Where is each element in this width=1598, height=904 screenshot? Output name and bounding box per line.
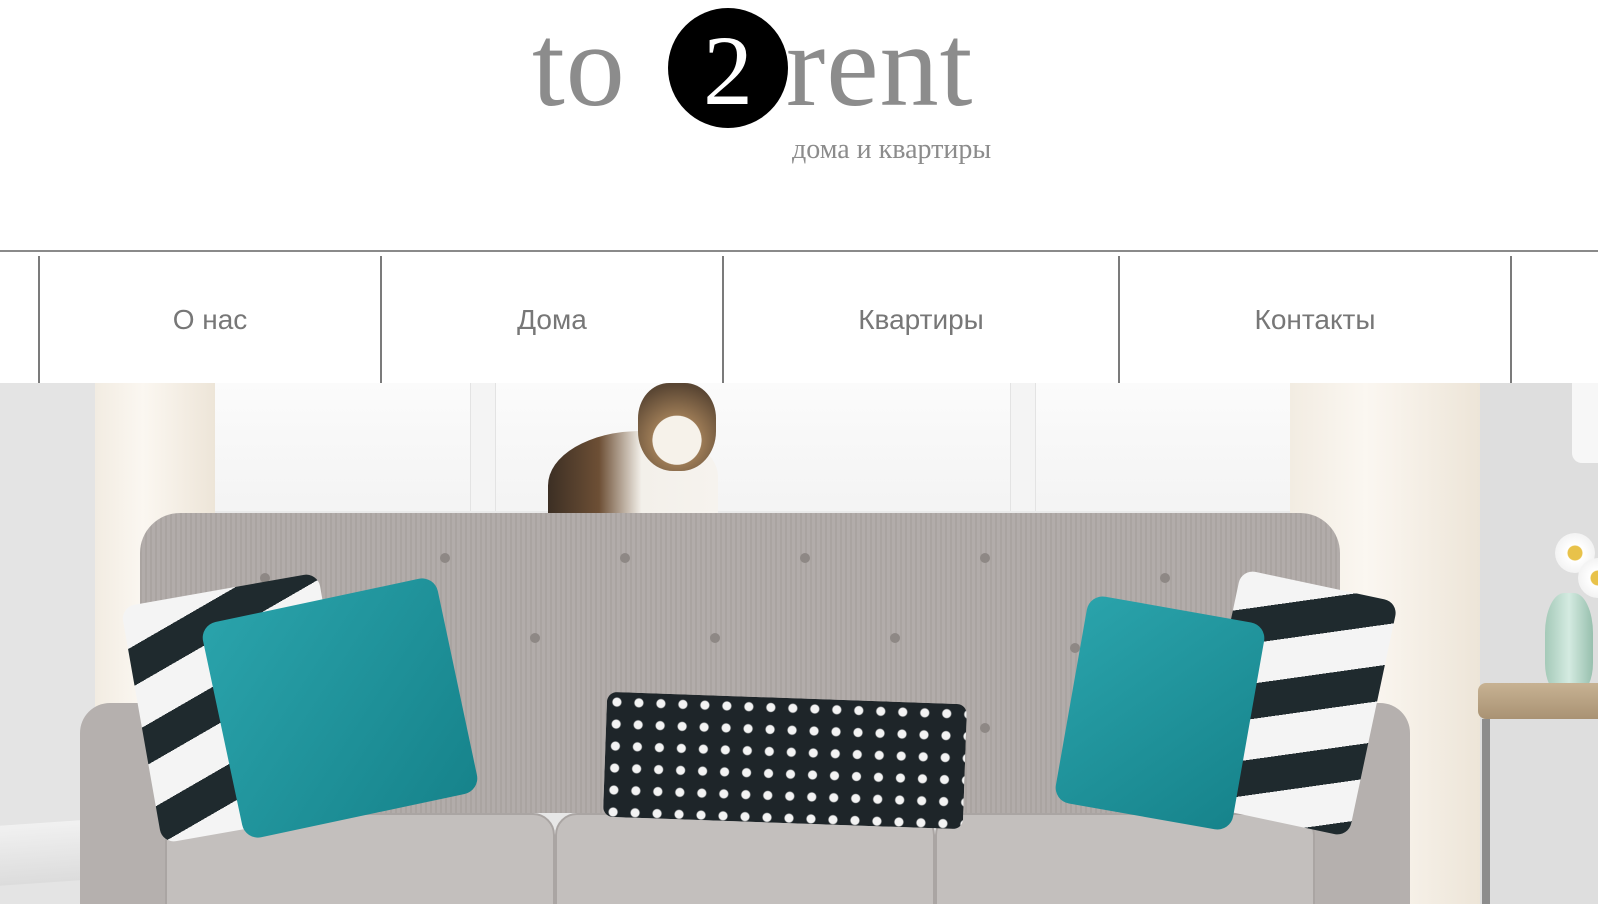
window-frame xyxy=(1010,383,1036,513)
teal-pillow-right xyxy=(1053,593,1267,833)
nav-item-houses[interactable]: Дома xyxy=(380,256,722,384)
nav-item-about[interactable]: О нас xyxy=(38,256,380,384)
nav-item-label: Дома xyxy=(517,304,587,335)
flower-vase xyxy=(1545,593,1593,693)
nav-item-label: О нас xyxy=(172,304,248,335)
nav-item-apartments[interactable]: Квартиры xyxy=(722,256,1118,384)
sofa-tuft xyxy=(620,553,630,563)
logo-text-to: to xyxy=(532,0,626,131)
sofa-tuft xyxy=(980,553,990,563)
site-header: to 2 rent дома и квартиры xyxy=(0,0,1598,252)
sofa-tuft xyxy=(440,553,450,563)
side-table-leg xyxy=(1482,719,1490,904)
sofa-seat-cushion xyxy=(935,813,1315,904)
lamp-shade xyxy=(1572,383,1598,463)
cat-head xyxy=(638,383,716,471)
nav-item-contacts[interactable]: Контакты xyxy=(1118,256,1512,384)
sofa-seat-cushion xyxy=(555,813,935,904)
logo-digit: 2 xyxy=(703,15,753,126)
hero-photo xyxy=(0,383,1598,904)
sofa-tuft xyxy=(800,553,810,563)
main-navigation: О нас Дома Квартиры Контакты xyxy=(0,250,1598,384)
sofa-tuft xyxy=(530,633,540,643)
site-logo[interactable]: to 2 rent xyxy=(532,0,1040,140)
nav-item-label: Контакты xyxy=(1254,304,1376,335)
sofa-tuft xyxy=(980,723,990,733)
sofa-tuft xyxy=(890,633,900,643)
nav-item-label: Квартиры xyxy=(858,304,984,335)
papers-stack xyxy=(0,820,80,886)
logo-text-rent: rent xyxy=(786,0,974,131)
site-tagline: дома и квартиры xyxy=(792,134,992,165)
logo-circle-badge: 2 xyxy=(668,8,788,128)
window-frame xyxy=(470,383,496,513)
window xyxy=(160,383,1310,523)
side-table xyxy=(1478,683,1598,719)
sofa-tuft xyxy=(710,633,720,643)
sofa-tuft xyxy=(1160,573,1170,583)
cat-print-pillow xyxy=(602,691,968,830)
